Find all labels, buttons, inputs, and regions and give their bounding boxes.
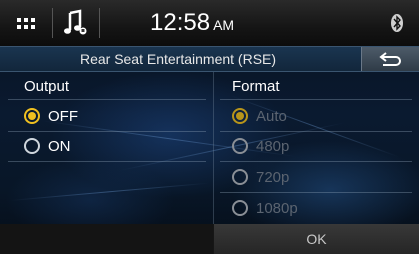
format-option-label: 720p [256, 168, 290, 186]
radio-unselected-icon [24, 138, 40, 154]
row-divider [220, 161, 412, 162]
page-title: Rear Seat Entertainment (RSE) [79, 51, 277, 67]
bluetooth-icon [390, 13, 404, 33]
clock-time: 12:58 [150, 9, 211, 36]
output-option-label: ON [48, 137, 71, 155]
row-divider [220, 131, 412, 132]
bottom-bar: OK [0, 224, 419, 254]
status-divider [99, 8, 100, 38]
back-button[interactable] [361, 47, 419, 71]
format-option-480p[interactable]: 480p [232, 134, 289, 158]
output-option-off[interactable]: OFF [24, 104, 78, 128]
format-header: Format [232, 78, 280, 95]
ok-button[interactable]: OK [214, 224, 419, 254]
row-divider [220, 192, 412, 193]
output-header: Output [24, 78, 70, 95]
radio-selected-icon [24, 108, 40, 124]
format-header-rule [220, 99, 412, 100]
format-option-label: 1080p [256, 199, 298, 217]
radio-unselected-icon [232, 138, 248, 154]
title-bar: Rear Seat Entertainment (RSE) [0, 46, 419, 72]
format-option-label: 480p [256, 137, 290, 155]
output-option-on[interactable]: ON [24, 134, 71, 158]
row-divider [8, 131, 206, 132]
format-option-720p[interactable]: 720p [232, 165, 289, 189]
format-option-label: Auto [256, 107, 287, 125]
row-divider [8, 161, 206, 162]
status-divider [52, 8, 53, 38]
back-arrow-icon [379, 52, 401, 66]
status-bar: 12:58 AM [0, 0, 419, 46]
output-header-rule [8, 99, 206, 100]
rse-settings-screen: 12:58 AM Rear Seat Entertainment (RSE) Ou… [0, 0, 419, 254]
clock-ampm: AM [213, 17, 235, 33]
radio-unselected-icon [232, 200, 248, 216]
background-streak [9, 182, 210, 201]
output-option-label: OFF [48, 107, 78, 125]
column-divider [213, 72, 214, 224]
bottom-bar-empty-slot [0, 224, 213, 254]
format-option-1080p[interactable]: 1080p [232, 196, 298, 220]
radio-unselected-icon [232, 169, 248, 185]
clock: 12:58 AM [150, 8, 310, 40]
music-note-icon [64, 9, 87, 35]
music-source-button[interactable] [60, 6, 92, 40]
radio-selected-icon [232, 108, 248, 124]
format-option-auto[interactable]: Auto [232, 104, 287, 128]
grid-menu-button[interactable] [9, 11, 45, 37]
